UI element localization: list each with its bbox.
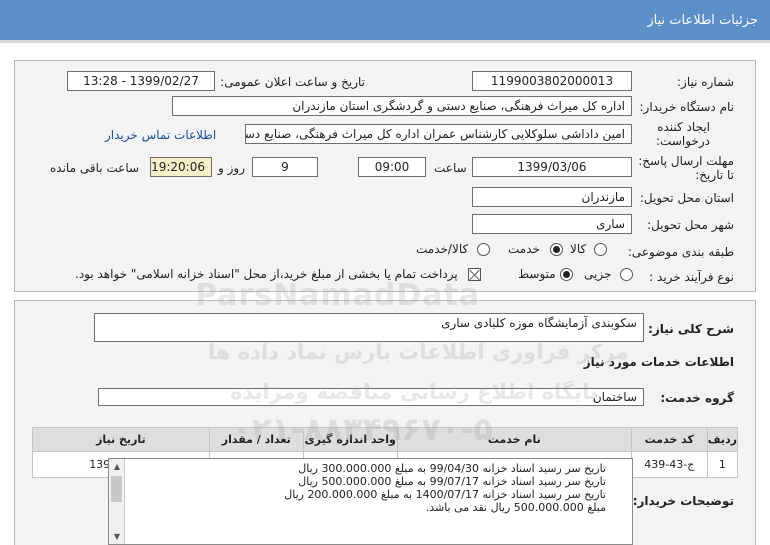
creator-field: امین داداشی سلوکلایی کارشناس عمران اداره… — [245, 124, 632, 144]
category-service-radio[interactable] — [550, 243, 563, 256]
treasury-payment-note: پرداخت تمام یا بخشی از مبلغ خرید،از محل … — [75, 267, 458, 281]
buyer-notes-textarea[interactable]: ▲ ▼ تاریخ سر رسید اسناد خزانه 99/04/30 ب… — [108, 458, 633, 545]
days-field: 9 — [252, 157, 318, 177]
col-date: تاریخ نیاز — [32, 427, 210, 452]
cell-code: ج-43-439 — [630, 451, 708, 478]
need-number-label: شماره نیاز: — [677, 75, 734, 89]
general-desc-label: شرح کلی نیاز: — [648, 322, 734, 336]
deadline-label: مهلت ارسال پاسخ: تا تاریخ: — [638, 154, 734, 182]
general-desc-field: سکوبندی آزمایشگاه موزه کلبادی ساری — [94, 313, 644, 342]
province-field: مازندران — [472, 187, 632, 207]
process-medium-radio[interactable] — [560, 268, 573, 281]
process-label: نوع فرآیند خرید : — [649, 270, 734, 284]
announce-label: تاریخ و ساعت اعلان عمومی: — [220, 75, 365, 89]
process-minor-radio[interactable] — [620, 268, 633, 281]
scroll-down-icon[interactable]: ▼ — [109, 529, 125, 544]
service-group-field: ساختمان — [98, 388, 644, 406]
category-both-label: کالا/خدمت — [416, 242, 469, 256]
category-both-radio[interactable] — [477, 243, 490, 256]
process-minor-label: جزیی — [584, 267, 612, 281]
service-group-label: گروه خدمت: — [660, 391, 734, 405]
buyer-field: اداره کل میراث فرهنگی، صنایع دستی و گردش… — [172, 96, 632, 116]
note-line: تاریخ سر رسید اسناد خزانه 99/07/17 به مب… — [298, 475, 606, 488]
col-row: ردیف — [706, 427, 739, 452]
col-name: نام خدمت — [396, 427, 632, 452]
category-service-label: خدمت — [508, 242, 540, 256]
services-title: اطلاعات خدمات مورد نیاز — [583, 355, 734, 369]
announce-field: 1399/02/27 - 13:28 — [67, 71, 215, 91]
cell-row: 1 — [706, 451, 739, 478]
title-bar: جزئیات اطلاعات نیاز — [0, 0, 770, 43]
deadline-time-label: ساعت — [434, 161, 467, 175]
process-medium-label: متوسط — [518, 267, 556, 281]
scroll-thumb[interactable] — [111, 476, 122, 502]
days-label: روز و — [218, 161, 245, 175]
buyer-notes-label: توضیحات خریدار: — [632, 494, 734, 508]
city-field: ساری — [472, 214, 632, 234]
need-number-field: 1199003802000013 — [472, 71, 632, 91]
city-label: شهر محل تحویل: — [647, 218, 734, 232]
col-qty: تعداد / مقدار — [208, 427, 304, 452]
creator-label: ایجاد کننده درخواست: — [656, 120, 710, 148]
category-goods-label: کالا — [570, 242, 587, 256]
note-line: تاریخ سر رسید اسناد خزانه 99/04/30 به مب… — [298, 462, 606, 475]
scroll-up-icon[interactable]: ▲ — [109, 459, 125, 474]
page-title: جزئیات اطلاعات نیاز — [647, 13, 758, 28]
deadline-date-field: 1399/03/06 — [472, 157, 632, 177]
province-label: استان محل تحویل: — [639, 191, 734, 205]
category-label: طبقه بندی موضوعی: — [627, 245, 734, 259]
note-line: تاریخ سر رسید اسناد خزانه 1400/07/17 به … — [284, 488, 606, 501]
remaining-time-field: 19:20:06 — [150, 157, 212, 177]
buyer-label: نام دستگاه خریدار: — [639, 100, 735, 114]
buyer-contact-link[interactable]: اطلاعات تماس خریدار — [105, 128, 216, 142]
treasury-payment-checkbox[interactable] — [468, 268, 481, 281]
col-code: کد خدمت — [630, 427, 708, 452]
deadline-time-field: 09:00 — [358, 157, 426, 177]
note-line: مبلغ 500.000.000 ریال نقد می باشد. — [425, 501, 606, 514]
notes-scrollbar[interactable]: ▲ ▼ — [109, 459, 125, 544]
category-goods-radio[interactable] — [594, 243, 607, 256]
remaining-label: ساعت باقی مانده — [50, 161, 140, 175]
col-unit: واحد اندازه گیری — [302, 427, 398, 452]
